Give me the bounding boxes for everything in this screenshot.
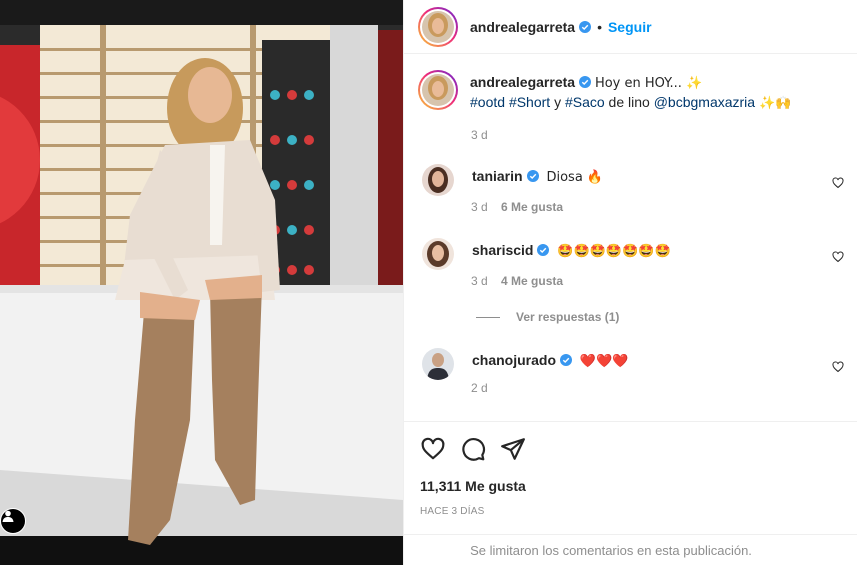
comment-body: ❤️❤️❤️ — [579, 354, 629, 369]
separator-dot: • — [597, 18, 602, 35]
hashtag-saco[interactable]: #Saco — [565, 94, 605, 110]
comment-text: shariscid 🤩🤩🤩🤩🤩🤩🤩 — [472, 238, 671, 270]
caption-time[interactable]: 3 d — [471, 128, 488, 142]
tagged-users-button[interactable] — [0, 508, 26, 534]
post-panel: andrealegarreta • Seguir andrealegarreta… — [403, 0, 857, 565]
follow-button[interactable]: Seguir — [608, 19, 652, 35]
heart-icon[interactable] — [420, 436, 446, 462]
caption-username[interactable]: andrealegarreta — [470, 74, 575, 90]
paper-plane-icon[interactable] — [500, 436, 526, 462]
commenter-avatar-image — [422, 348, 454, 380]
post-date[interactable]: HACE 3 DÍAS — [420, 506, 484, 517]
commenter-avatar-image — [422, 238, 454, 270]
author-avatar-image — [422, 10, 454, 43]
mention-bcbgmaxazria[interactable]: @bcbgmaxazria — [654, 94, 755, 110]
hashtag-ootd[interactable]: #ootd — [470, 94, 505, 110]
comment-text: chanojurado ❤️❤️❤️ — [472, 348, 628, 380]
hashtag-short[interactable]: #Short — [509, 94, 550, 110]
verified-badge-icon — [537, 244, 550, 256]
caption-avatar-image — [422, 74, 454, 106]
caption-end-emoji: ✨🙌 — [755, 96, 792, 111]
comment-meta: 2 d — [471, 381, 488, 395]
commenter-username[interactable]: shariscid — [472, 242, 533, 258]
post-actions-section: 11,311 Me gusta HACE 3 DÍAS — [404, 421, 857, 517]
comment-likes[interactable]: 6 Me gusta — [501, 200, 563, 214]
caption-tail: de lino — [604, 94, 654, 110]
comments-list: andrealegarreta Hoy en HOY... ✨ #ootd #S… — [404, 54, 857, 420]
replies-divider — [476, 316, 500, 318]
post-header: andrealegarreta • Seguir — [404, 0, 857, 54]
instagram-post: andrealegarreta • Seguir andrealegarreta… — [0, 0, 857, 565]
author-username[interactable]: andrealegarreta — [470, 19, 575, 35]
comment-time[interactable]: 3 d — [471, 200, 488, 214]
caption-meta: 3 d — [471, 128, 488, 142]
comment-like-heart-icon[interactable] — [832, 361, 844, 373]
comment-time[interactable]: 3 d — [471, 274, 488, 288]
view-replies-button[interactable]: Ver respuestas (1) — [476, 310, 619, 324]
comment-body: 🤩🤩🤩🤩🤩🤩🤩 — [557, 244, 671, 259]
comment-time[interactable]: 2 d — [471, 381, 488, 395]
comment-row: taniarin Diosa 🔥 — [422, 164, 603, 196]
post-photo[interactable] — [0, 0, 403, 565]
commenter-avatar-image — [422, 164, 454, 196]
commenter-avatar[interactable] — [422, 164, 454, 196]
verified-badge-icon — [579, 20, 592, 33]
comment-row: chanojurado ❤️❤️❤️ — [422, 348, 628, 380]
comment-body: Diosa 🔥 — [546, 170, 604, 185]
commenter-username[interactable]: taniarin — [472, 168, 523, 184]
comment-like-heart-icon[interactable] — [832, 177, 844, 189]
comment-likes[interactable]: 4 Me gusta — [501, 274, 563, 288]
likes-count[interactable]: 11,311 Me gusta — [420, 478, 526, 494]
comment-meta: 3 d 4 Me gusta — [471, 274, 563, 288]
view-replies-label: Ver respuestas (1) — [516, 310, 620, 324]
caption-avatar[interactable] — [418, 70, 458, 110]
comment-text: taniarin Diosa 🔥 — [472, 164, 603, 196]
commenter-avatar[interactable] — [422, 348, 454, 380]
comment-meta: 3 d 6 Me gusta — [471, 200, 563, 214]
action-bar — [404, 422, 857, 476]
caption-row: andrealegarreta Hoy en HOY... ✨ #ootd #S… — [418, 70, 810, 113]
caption-text: andrealegarreta Hoy en HOY... ✨ #ootd #S… — [470, 70, 810, 113]
commenter-avatar[interactable] — [422, 238, 454, 270]
caption-line1: Hoy en HOY... ✨ — [594, 76, 703, 91]
comment-like-heart-icon[interactable] — [832, 251, 844, 263]
comment-icon[interactable] — [460, 436, 486, 462]
verified-badge-icon — [526, 170, 539, 182]
photo-illustration — [0, 0, 403, 565]
caption-connector: y — [550, 94, 565, 110]
verified-badge-icon — [579, 76, 592, 88]
comment-row: shariscid 🤩🤩🤩🤩🤩🤩🤩 — [422, 238, 671, 270]
verified-badge-icon — [560, 354, 573, 366]
comments-limited-notice: Se limitaron los comentarios en esta pub… — [404, 534, 857, 565]
author-avatar[interactable] — [418, 6, 458, 47]
user-icon — [2, 510, 14, 522]
commenter-username[interactable]: chanojurado — [472, 352, 556, 368]
